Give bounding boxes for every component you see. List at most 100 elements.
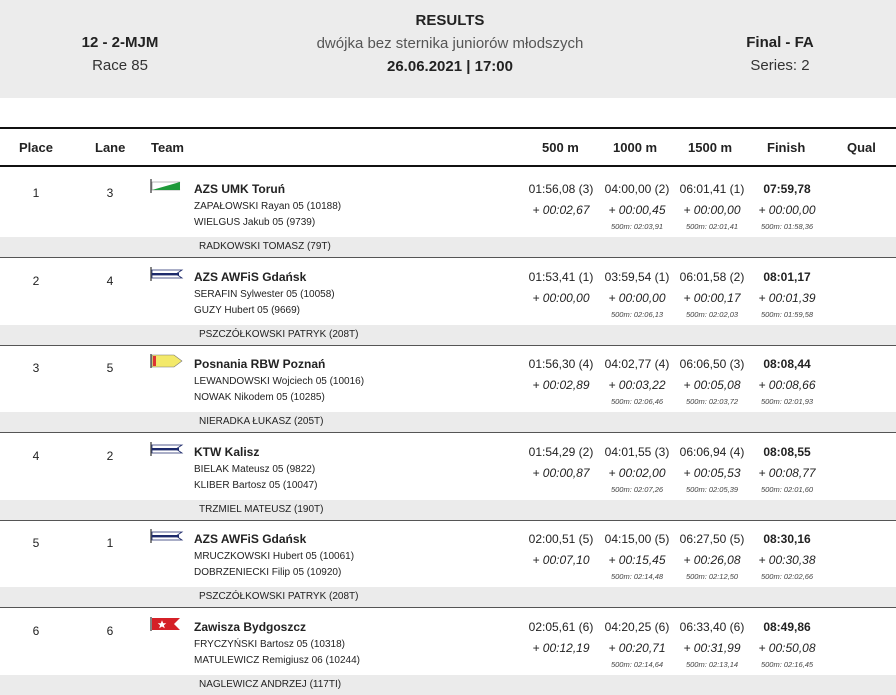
diff-500m: + 00:00,87 xyxy=(532,465,590,480)
finish-split: 500m: 01:59,58 xyxy=(760,309,814,319)
place: 6 xyxy=(32,623,40,638)
table-row: 6 6 Zawisza Bydgoszcz FRYCZYŃSKI Bartosz… xyxy=(0,605,896,695)
time-1500m: 06:27,50 (5) xyxy=(679,532,745,546)
split-1500m: 500m: 02:13,14 xyxy=(685,659,739,669)
place: 2 xyxy=(32,273,40,288)
diff-1000m: + 00:20,71 xyxy=(608,640,666,655)
time-500m: 02:05,61 (6) xyxy=(528,619,594,634)
event-info: 12 - 2-MJM Race 85 xyxy=(40,34,200,74)
lane: 5 xyxy=(106,361,114,375)
lane: 4 xyxy=(106,273,114,288)
series-label: Series: 2 xyxy=(750,57,810,74)
split-1000m: 500m: 02:06,13 xyxy=(610,309,664,319)
diff-1500m: + 00:00,17 xyxy=(683,290,741,305)
split-1000m: 500m: 02:06,46 xyxy=(610,397,664,406)
split-1500m: 500m: 02:12,50 xyxy=(685,572,739,581)
finish-diff: + 00:01,39 xyxy=(758,290,816,305)
split-1000m: 500m: 02:14,48 xyxy=(610,572,664,581)
diff-500m: + 00:07,10 xyxy=(532,553,590,567)
split-1500m: 500m: 02:02,03 xyxy=(685,309,739,319)
final-info: Final - FA Series: 2 xyxy=(700,34,860,74)
club-flag-green-icon xyxy=(150,179,184,193)
title-block: RESULTS dwójka bez sternika juniorów mło… xyxy=(250,12,650,75)
diff-500m: + 00:02,89 xyxy=(532,378,590,392)
place: 4 xyxy=(32,448,40,463)
coach-name: PSZCZÓŁKOWSKI PATRYK (208T) xyxy=(199,328,359,340)
team-name: AZS AWFiS Gdańsk xyxy=(194,532,307,546)
finish-time: 08:08,55 xyxy=(763,444,811,459)
col-qual: Qual xyxy=(847,140,876,155)
table-row: 1 3 AZS UMK Toruń ZAPAŁOWSKI Rayan 05 (1… xyxy=(0,167,896,258)
diff-500m: + 00:12,19 xyxy=(532,640,590,655)
table-row: 2 4 AZS AWFiS Gdańsk SERAFIN Sylwester 0… xyxy=(0,255,896,346)
finish-diff: + 00:30,38 xyxy=(758,553,816,567)
crew-member: ZAPAŁOWSKI Rayan 05 (10188) xyxy=(194,201,342,212)
finish-time: 07:59,78 xyxy=(763,182,811,196)
club-flag-yellow-icon xyxy=(150,354,184,368)
event-datetime: 26.06.2021 | 17:00 xyxy=(387,58,513,75)
event-code: 12 - 2-MJM xyxy=(81,34,159,51)
diff-1500m: + 00:26,08 xyxy=(683,553,741,567)
finish-diff: + 00:08,66 xyxy=(758,378,816,392)
crew-member: KLIBER Bartosz 05 (10047) xyxy=(194,479,318,491)
coach-bar: NAGLEWICZ ANDRZEJ (117TI) xyxy=(0,674,896,695)
time-500m: 01:56,08 (3) xyxy=(528,182,594,196)
diff-1000m: + 00:00,00 xyxy=(608,290,666,305)
lane: 2 xyxy=(106,448,114,463)
diff-1500m: + 00:05,08 xyxy=(683,378,741,392)
finish-split: 500m: 02:01,93 xyxy=(760,397,814,406)
crew-member: BIELAK Mateusz 05 (9822) xyxy=(194,463,316,475)
team-name: Zawisza Bydgoszcz xyxy=(194,619,307,634)
coach-name: RADKOWSKI TOMASZ (79T) xyxy=(199,241,331,252)
coach-name: PSZCZÓŁKOWSKI PATRYK (208T) xyxy=(199,591,359,602)
crew-member: DOBRZENIECKI Filip 05 (10920) xyxy=(194,567,342,578)
finish-time: 08:49,86 xyxy=(763,619,811,634)
time-1500m: 06:06,94 (4) xyxy=(679,444,745,459)
finish-diff: + 00:00,00 xyxy=(758,203,816,217)
crew-member: WIELGUS Jakub 05 (9739) xyxy=(194,217,316,228)
race-number: Race 85 xyxy=(92,57,148,74)
diff-1000m: + 00:15,45 xyxy=(608,553,666,567)
page-title: RESULTS xyxy=(415,12,485,29)
club-flag-navy-icon xyxy=(150,441,184,456)
col-place: Place xyxy=(19,140,53,155)
time-1000m: 04:15,00 (5) xyxy=(604,532,670,546)
crew-member: LEWANDOWSKI Wojciech 05 (10016) xyxy=(194,376,365,387)
table-row: 5 1 AZS AWFiS Gdańsk MRUCZKOWSKI Hubert … xyxy=(0,517,896,608)
diff-1500m: + 00:05,53 xyxy=(683,465,741,480)
coach-name: NIERADKA ŁUKASZ (205T) xyxy=(199,416,324,427)
time-500m: 01:54,29 (2) xyxy=(528,444,594,459)
crew-member: FRYCZYŃSKI Bartosz 05 (10318) xyxy=(194,638,345,650)
table-row: 4 2 KTW Kalisz BIELAK Mateusz 05 (9822) … xyxy=(0,430,896,521)
club-flag-navy-icon xyxy=(150,529,184,543)
finish-diff: + 00:08,77 xyxy=(758,465,816,480)
team-name: AZS UMK Toruń xyxy=(194,182,286,196)
split-1500m: 500m: 02:03,72 xyxy=(685,397,739,406)
table-header: Place Lane Team 500 m 1000 m 1500 m Fini… xyxy=(0,127,896,167)
time-1000m: 04:02,77 (4) xyxy=(604,357,670,371)
time-1000m: 03:59,54 (1) xyxy=(604,269,670,284)
finish-split: 500m: 02:16,45 xyxy=(760,659,814,669)
crew-member: MRUCZKOWSKI Hubert 05 (10061) xyxy=(194,551,355,562)
crew-member: SERAFIN Sylwester 05 (10058) xyxy=(194,288,335,300)
time-500m: 01:56,30 (4) xyxy=(528,357,594,371)
diff-1500m: + 00:00,00 xyxy=(683,203,741,217)
place: 3 xyxy=(32,361,40,375)
finish-time: 08:01,17 xyxy=(763,269,811,284)
diff-1000m: + 00:03,22 xyxy=(608,378,666,392)
time-1500m: 06:01,41 (1) xyxy=(679,182,745,196)
time-1500m: 06:33,40 (6) xyxy=(679,619,745,634)
split-1000m: 500m: 02:07,26 xyxy=(610,484,664,494)
diff-1000m: + 00:00,45 xyxy=(608,203,666,217)
col-1000m: 1000 m xyxy=(613,140,658,155)
finish-split: 500m: 02:01,60 xyxy=(760,484,814,494)
finish-time: 08:30,16 xyxy=(763,532,811,546)
time-1000m: 04:20,25 (6) xyxy=(604,619,670,634)
team-name: AZS AWFiS Gdańsk xyxy=(194,269,307,284)
time-1500m: 06:06,50 (3) xyxy=(679,357,745,371)
results-header: 12 - 2-MJM Race 85 RESULTS dwójka bez st… xyxy=(0,0,896,98)
time-1000m: 04:00,00 (2) xyxy=(604,182,670,196)
lane: 1 xyxy=(106,536,114,550)
club-flag-navy-icon xyxy=(150,266,184,281)
time-1500m: 06:01,58 (2) xyxy=(679,269,745,284)
